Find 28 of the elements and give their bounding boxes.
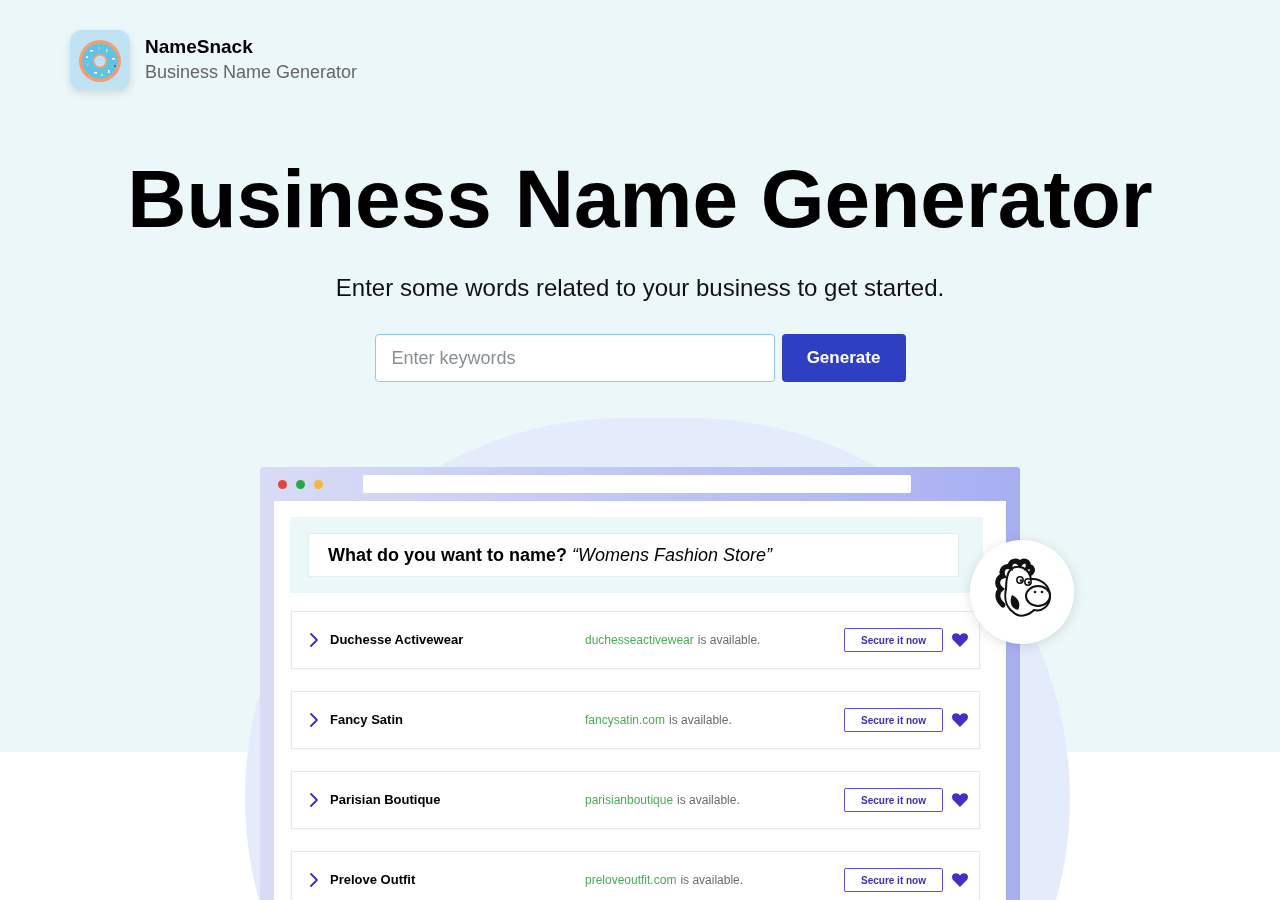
chevron-right-icon[interactable] [310, 713, 318, 727]
brand-name: NameSnack [145, 35, 254, 59]
secure-button[interactable]: Secure it now [844, 708, 943, 732]
page-title: Business Name Generator [127, 158, 1153, 240]
generate-button[interactable]: Generate [781, 334, 906, 382]
business-name: Prelove Outfit [330, 871, 417, 890]
business-name: Parisian Boutique [330, 791, 442, 810]
secure-button[interactable]: Secure it now [844, 868, 943, 892]
chevron-right-icon[interactable] [310, 793, 318, 807]
heart-icon[interactable] [952, 713, 968, 727]
donut-logo-icon [70, 30, 130, 90]
availability-text: fancysatin.com is available. [585, 712, 733, 729]
availability-text: preloveoutfit.com is available. [585, 872, 745, 889]
keyword-input[interactable]: Enter keywords [374, 334, 775, 382]
page-subtitle: Enter some words related to your business to get started. [335, 276, 945, 300]
heart-icon[interactable] [952, 793, 968, 807]
chevron-right-icon[interactable] [310, 633, 318, 647]
business-name: Duchesse Activewear [330, 631, 465, 650]
secure-button[interactable]: Secure it now [844, 628, 943, 652]
availability-text: duchesseactivewear is available. [585, 632, 762, 649]
business-name: Fancy Satin [330, 711, 404, 730]
chevron-right-icon[interactable] [310, 873, 318, 887]
availability-text: parisianboutique is available. [585, 792, 741, 809]
heart-icon[interactable] [952, 633, 968, 647]
prompt-text: What do you want to name? “Womens Fashion Store” [328, 543, 773, 567]
brand-tagline: Business Name Generator [145, 61, 358, 84]
heart-icon[interactable] [952, 873, 968, 887]
secure-button[interactable]: Secure it now [844, 788, 943, 812]
